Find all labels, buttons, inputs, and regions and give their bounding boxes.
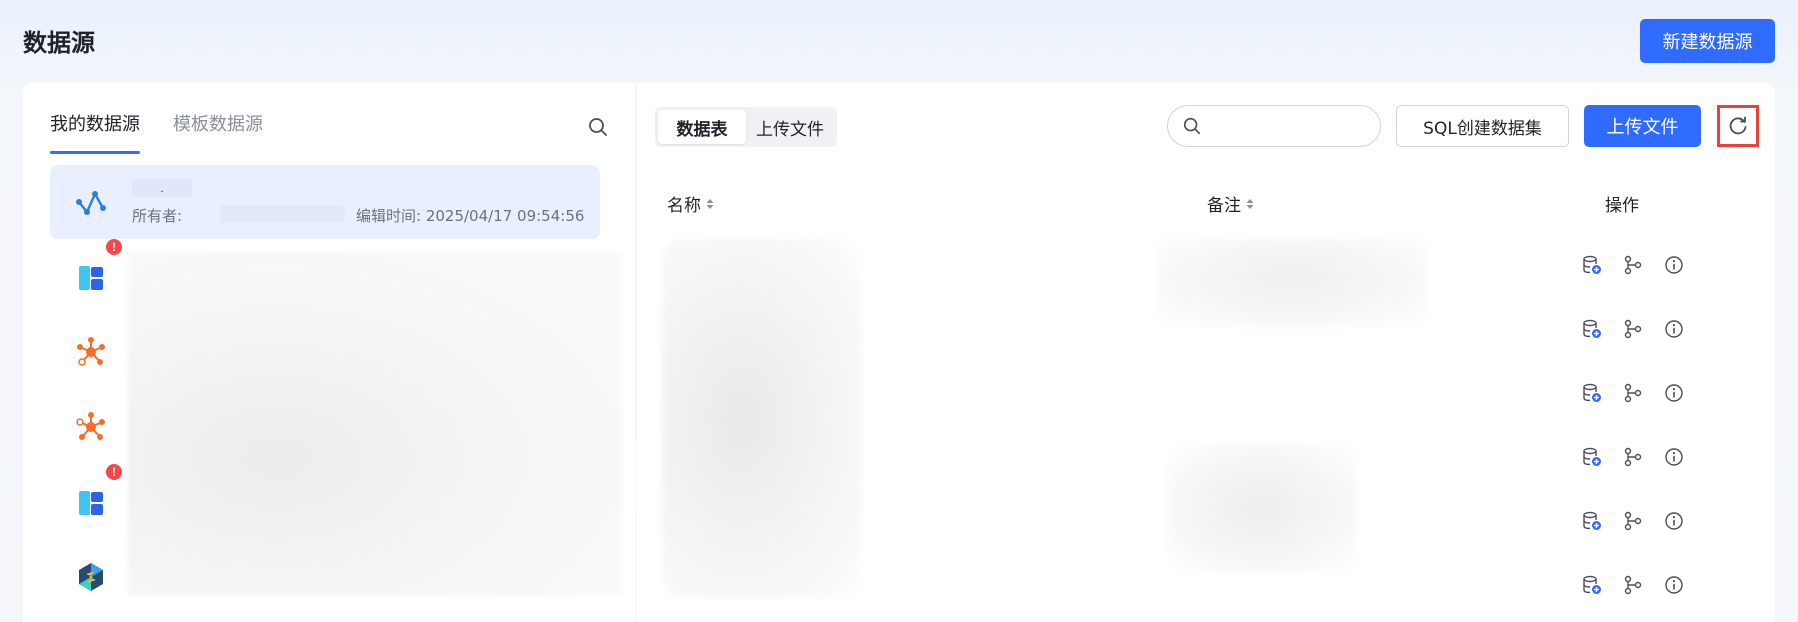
orange-network-icon [76,411,105,440]
info-icon[interactable] [1663,382,1685,404]
lineage-icon[interactable] [1622,510,1644,532]
search-icon [1183,117,1201,135]
row-actions [1581,574,1685,598]
row-actions [1581,382,1685,406]
create-dataset-icon[interactable] [1581,574,1603,596]
owner-label: 所有者: [132,207,183,225]
redacted-remark-cell [1167,443,1357,573]
lineage-icon[interactable] [1622,574,1644,596]
owner-value-redacted [220,205,345,223]
search-input[interactable] [1210,117,1360,135]
create-dataset-icon[interactable] [1581,254,1603,276]
row-actions [1581,318,1685,342]
error-badge: ! [106,464,122,480]
column-name-label: 名称 [667,196,701,216]
column-remark-label: 备注 [1207,196,1241,216]
table-search-box[interactable] [1167,105,1381,147]
new-datasource-button[interactable]: 新建数据源 [1640,19,1775,63]
lineage-icon[interactable] [1622,318,1644,340]
info-icon[interactable] [1663,318,1685,340]
table-header: 名称 备注 操作 [667,191,1757,221]
row-actions [1581,510,1685,534]
info-icon[interactable] [1663,446,1685,468]
column-actions-label: 操作 [1605,196,1639,216]
view-segmented-control: 数据表 上传文件 [655,107,837,147]
info-icon[interactable] [1663,510,1685,532]
upload-file-button[interactable]: 上传文件 [1584,105,1701,147]
column-remark-header[interactable]: 备注 [1207,191,1255,216]
error-badge: ! [106,239,122,255]
edit-time: 编辑时间: 2025/04/17 09:54:56 [356,207,585,225]
info-icon[interactable] [1663,574,1685,596]
column-actions-header: 操作 [1605,191,1639,216]
table-list-panel: 数据表 上传文件 SQL创建数据集 上传文件 名称 备注 操作 [637,83,1775,622]
datasource-name: . [132,179,192,197]
create-dataset-icon[interactable] [1581,446,1603,468]
blue-blocks-icon [79,490,103,515]
search-icon[interactable] [587,116,609,138]
chart-line-icon [76,191,106,215]
redacted-name-column [662,238,862,598]
datasource-list-panel: 我的数据源 模板数据源 . 所有者: 编辑时间: 2025/04/17 09:5… [23,83,635,622]
datasource-tabs: 我的数据源 模板数据源 [50,110,263,154]
info-icon[interactable] [1663,254,1685,276]
create-dataset-icon[interactable] [1581,318,1603,340]
datasource-item-selected[interactable]: . 所有者: 编辑时间: 2025/04/17 09:54:56 [50,165,600,239]
page-title: 数据源 [23,30,95,57]
redacted-list-content [128,251,623,596]
orange-network-icon [77,336,105,366]
lineage-icon[interactable] [1622,382,1644,404]
lineage-icon[interactable] [1622,446,1644,468]
top-bar: 数据源 新建数据源 [0,0,1798,80]
blue-blocks-icon [79,265,103,290]
segment-upload-file[interactable]: 上传文件 [746,110,834,144]
tab-my-datasource[interactable]: 我的数据源 [50,110,140,154]
sort-icon[interactable] [705,197,715,211]
segment-data-table[interactable]: 数据表 [658,110,746,144]
redacted-remark-cell [1157,238,1427,328]
refresh-icon [1729,116,1747,135]
hexagon-s-icon [79,562,103,591]
tab-template-datasource[interactable]: 模板数据源 [173,110,263,154]
sort-icon[interactable] [1245,197,1255,211]
create-dataset-icon[interactable] [1581,382,1603,404]
refresh-button[interactable] [1717,105,1759,147]
lineage-icon[interactable] [1622,254,1644,276]
row-actions [1581,254,1685,278]
column-name-header[interactable]: 名称 [667,191,715,216]
sql-create-dataset-button[interactable]: SQL创建数据集 [1396,105,1569,147]
create-dataset-icon[interactable] [1581,510,1603,532]
row-actions [1581,446,1685,470]
